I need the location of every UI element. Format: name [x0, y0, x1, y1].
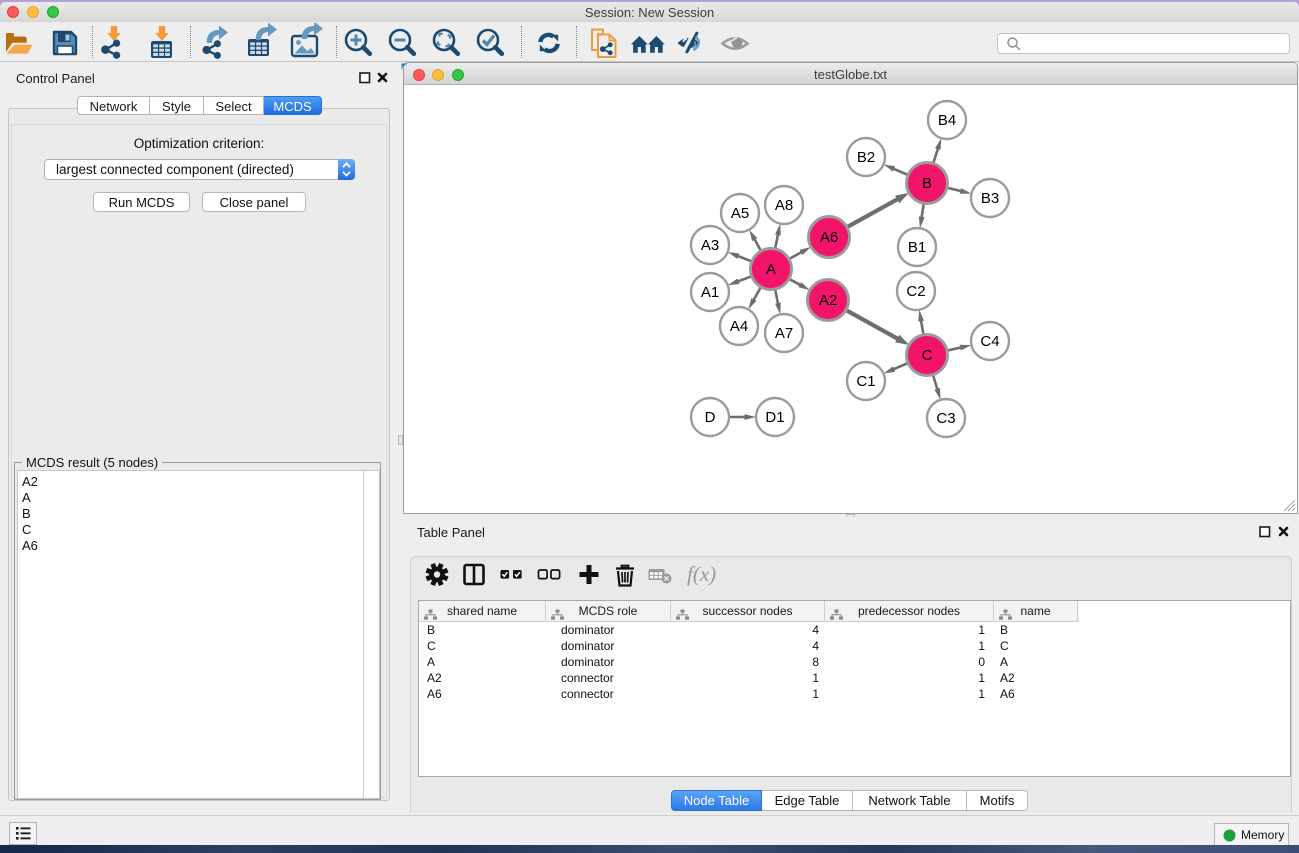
svg-text:C: C — [922, 347, 933, 364]
svg-text:C2: C2 — [906, 283, 925, 300]
svg-text:C1: C1 — [856, 373, 875, 390]
svg-text:A4: A4 — [730, 318, 748, 335]
svg-text:A3: A3 — [701, 237, 719, 254]
svg-text:B2: B2 — [857, 149, 875, 166]
svg-text:A1: A1 — [701, 284, 719, 301]
svg-text:A: A — [766, 261, 776, 278]
svg-text:C3: C3 — [936, 410, 955, 427]
svg-text:A6: A6 — [820, 229, 838, 246]
svg-text:C4: C4 — [980, 333, 999, 350]
svg-text:B: B — [922, 175, 932, 192]
svg-text:A8: A8 — [775, 197, 793, 214]
svg-text:A7: A7 — [775, 325, 793, 342]
svg-text:A5: A5 — [731, 205, 749, 222]
svg-text:D1: D1 — [765, 409, 784, 426]
svg-text:A2: A2 — [819, 292, 837, 309]
svg-text:B1: B1 — [908, 239, 926, 256]
svg-text:B3: B3 — [981, 190, 999, 207]
svg-text:D: D — [705, 409, 716, 426]
svg-text:B4: B4 — [938, 112, 956, 129]
